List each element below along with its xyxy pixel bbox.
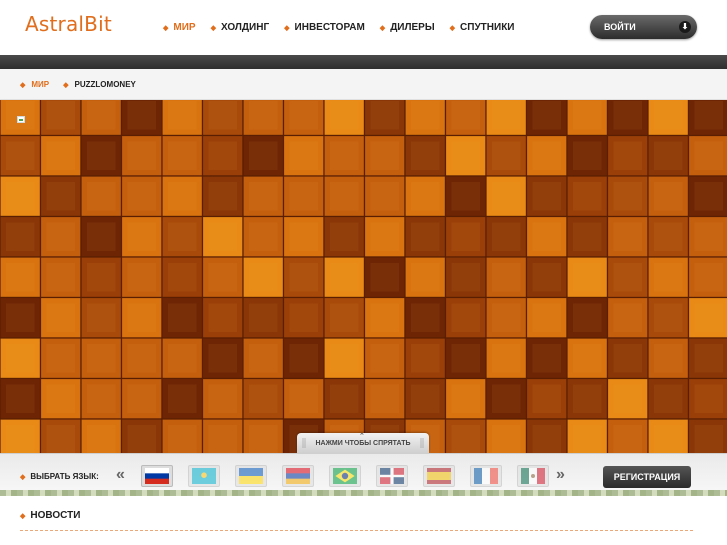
nav-item-holding[interactable]: ◆ ХОЛДИНГ: [211, 22, 270, 33]
register-button[interactable]: РЕГИСТРАЦИЯ: [603, 466, 691, 488]
news-section: ◆ НОВОСТИ: [0, 496, 727, 545]
nav-item-mir[interactable]: ◆ МИР: [163, 22, 196, 33]
chevron-up-icon: ⌃: [359, 433, 365, 440]
breadcrumb-item-mir[interactable]: ◆ МИР: [20, 80, 49, 89]
dark-divider-bar: [0, 55, 727, 69]
flag-russia[interactable]: [141, 465, 173, 487]
diamond-icon: ◆: [20, 473, 26, 481]
top-nav: ◆ МИР ◆ ХОЛДИНГ ◆ ИНВЕСТОРАМ ◆ ДИЛЕРЫ ◆ СПУТН…: [163, 22, 515, 33]
flag-brazil[interactable]: [329, 465, 361, 487]
flag-armenia[interactable]: [282, 465, 314, 487]
flag-dominican-republic[interactable]: [376, 465, 408, 487]
diamond-icon: ◆: [449, 24, 456, 32]
flag-spain[interactable]: [423, 465, 455, 487]
arrow-down-circle-icon: ⬇: [679, 21, 691, 33]
flag-france[interactable]: [470, 465, 502, 487]
breadcrumb-bar: ◆ МИР ◆ PUZZLOMONEY: [0, 69, 727, 100]
language-label: ◆ ВЫБРАТЬ ЯЗЫК:: [20, 472, 99, 481]
diamond-icon: ◆: [20, 81, 26, 89]
login-button[interactable]: ВОЙТИ ⬇: [590, 15, 697, 39]
tile-pattern: [0, 100, 727, 453]
language-next-button[interactable]: »: [556, 466, 565, 484]
news-title: ◆ НОВОСТИ: [20, 510, 81, 521]
nav-item-dealers[interactable]: ◆ ДИЛЕРЫ: [380, 22, 435, 33]
flag-mexico[interactable]: [517, 465, 549, 487]
language-bar: ◆ ВЫБРАТЬ ЯЗЫК: « » РЕГИСТРАЦИЯ: [0, 453, 727, 495]
logo[interactable]: AstralBit: [25, 12, 112, 36]
diamond-icon: ◆: [20, 512, 26, 520]
flag-kazakhstan[interactable]: [188, 465, 220, 487]
flag-ukraine[interactable]: [235, 465, 267, 487]
diamond-icon: ◆: [163, 24, 169, 32]
nav-item-investors[interactable]: ◆ ИНВЕСТОРАМ: [284, 22, 365, 33]
language-prev-button[interactable]: «: [116, 466, 125, 484]
diamond-icon: ◆: [210, 24, 216, 32]
grip-icon: [302, 438, 306, 448]
hide-panel-tab[interactable]: ⌃ НАЖМИ ЧТОБЫ СПРЯТАТЬ: [297, 433, 429, 453]
header: AstralBit ◆ МИР ◆ ХОЛДИНГ ◆ ИНВЕСТОРАМ ◆ ДИЛ…: [0, 0, 727, 55]
grip-icon: [420, 438, 424, 448]
flag-list: [141, 465, 549, 487]
diamond-icon: ◆: [379, 24, 386, 32]
hero-background: [0, 100, 727, 453]
broken-image-icon: [17, 116, 25, 123]
breadcrumb-item-current: ◆ PUZZLOMONEY: [63, 80, 136, 89]
news-divider: [20, 530, 693, 531]
diamond-icon: ◆: [284, 24, 290, 32]
breadcrumb: ◆ МИР ◆ PUZZLOMONEY: [20, 80, 136, 89]
nav-item-satellites[interactable]: ◆ СПУТНИКИ: [450, 22, 515, 33]
diamond-icon: ◆: [63, 81, 69, 89]
